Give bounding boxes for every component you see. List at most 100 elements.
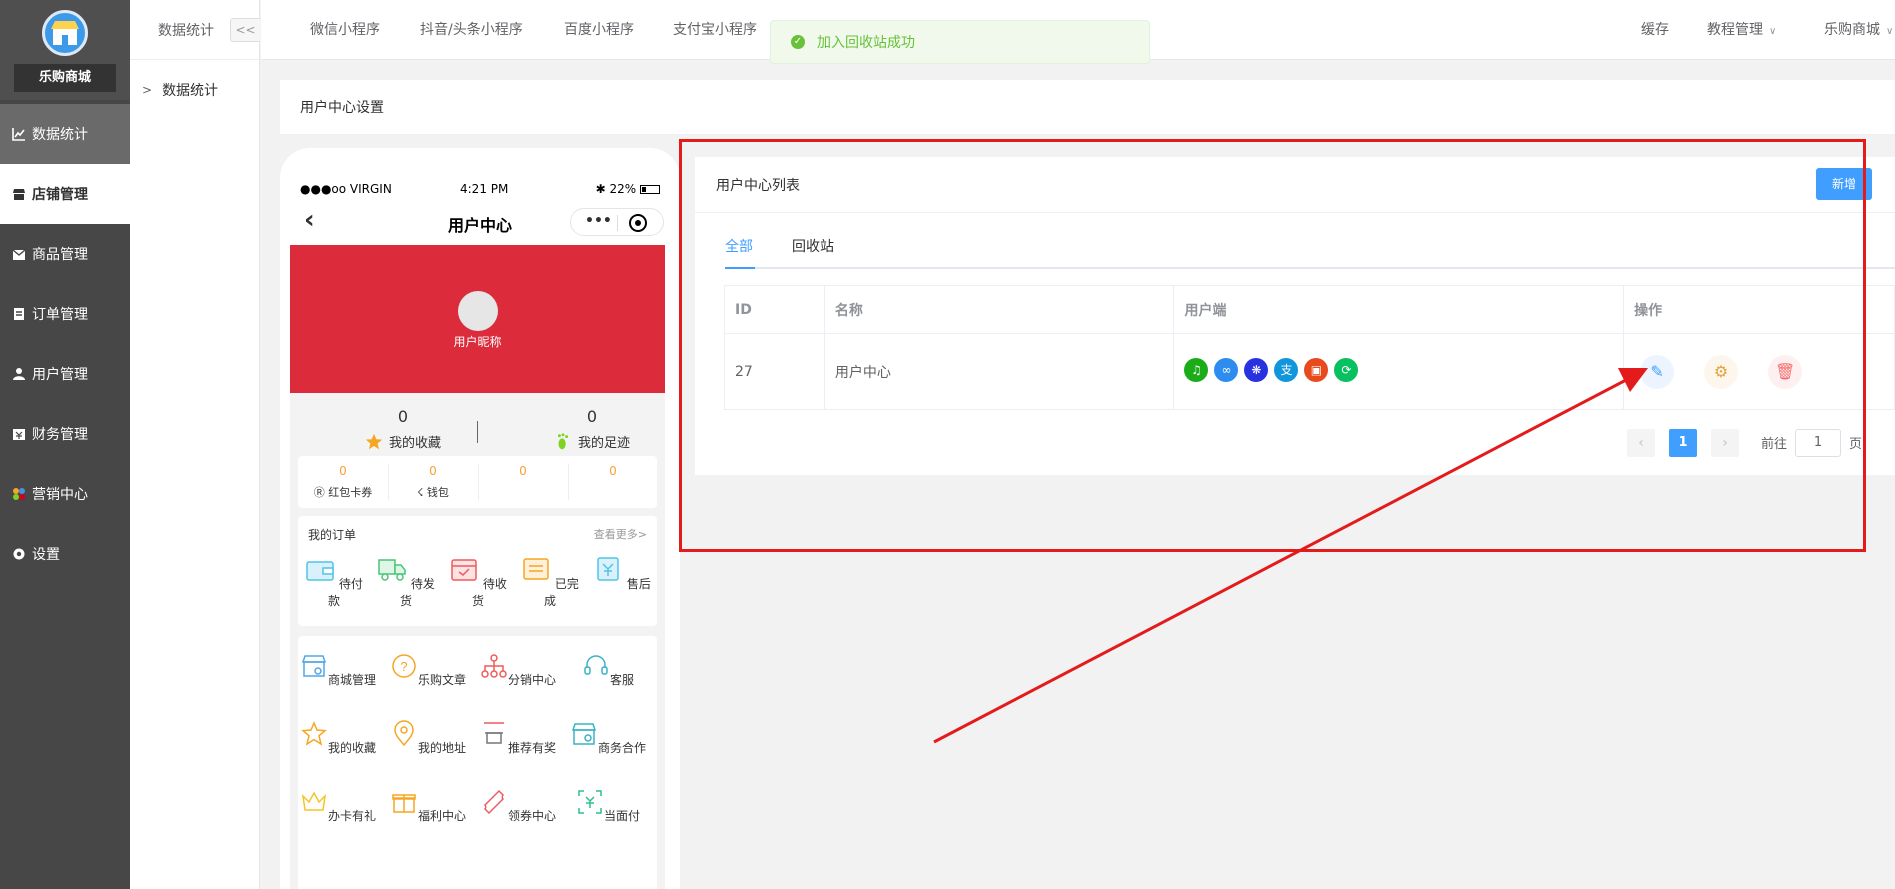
service-address[interactable]: 我的地址	[388, 720, 468, 756]
sub-nav-item-label: 数据统计	[162, 83, 219, 99]
wallet-value: 0	[339, 464, 347, 478]
collapse-button[interactable]: <<	[230, 18, 260, 42]
wallet-balance[interactable]: 0 ☇ 钱包	[388, 464, 478, 500]
sidebar-item-data-stats[interactable]: 数据统计	[0, 104, 130, 164]
order-pending-receipt[interactable]: 待收货	[448, 556, 508, 609]
service-welfare[interactable]: 福利中心	[388, 788, 468, 824]
service-label: 领券中心	[507, 809, 556, 823]
edit-button[interactable]: ✎	[1640, 354, 1675, 389]
service-articles[interactable]: ? 乐购文章	[388, 652, 468, 688]
tab-douyin[interactable]: 抖音/头条小程序	[420, 0, 523, 60]
wallet-coupons[interactable]: 0 Ⓡ 红包卡券	[298, 464, 388, 500]
battery-indicator: ✱ 22%	[596, 182, 660, 196]
svg-text:?: ?	[400, 659, 407, 674]
tab-baidu[interactable]: 百度小程序	[564, 0, 634, 60]
service-label: 分销中心	[507, 673, 556, 687]
brand-area: 乐购商城	[0, 0, 130, 100]
current-page[interactable]: 1	[1669, 429, 1697, 457]
column-header-id: ID	[724, 285, 825, 334]
service-referral[interactable]: 推荐有奖	[478, 720, 558, 756]
delete-button[interactable]: 🗑	[1768, 354, 1803, 389]
service-favorites[interactable]: 我的收藏	[298, 720, 378, 756]
add-button[interactable]: 新增	[1816, 168, 1872, 200]
active-tab-indicator	[725, 267, 755, 269]
service-business[interactable]: 商务合作	[568, 720, 648, 756]
gear-icon	[13, 548, 25, 560]
sidebar-item-label: 营销中心	[32, 487, 88, 503]
goto-page-input[interactable]: 1	[1795, 429, 1841, 457]
service-distribution[interactable]: 分销中心	[478, 652, 558, 688]
orders-more-link[interactable]: 查看更多>	[594, 526, 647, 542]
store-menu[interactable]: 乐购商城 ∨	[1824, 0, 1893, 60]
sub-navigation: 数据统计 << > 数据统计	[130, 0, 260, 889]
capsule-divider	[617, 215, 618, 231]
order-after-sales[interactable]: 售后	[592, 556, 652, 592]
service-membership[interactable]: 办卡有礼	[298, 788, 378, 824]
store-menu-label: 乐购商城	[1824, 22, 1880, 38]
sidebar-item-label: 设置	[32, 547, 60, 563]
wallet-label-row: Ⓡ 红包卡券	[298, 484, 388, 500]
ticket-icon	[483, 789, 505, 815]
service-label: 当面付	[603, 809, 640, 823]
wallet-label: 红包卡券	[328, 486, 373, 499]
sidebar-item-goods[interactable]: 商品管理	[0, 224, 130, 284]
cell-name: 用户中心	[823, 333, 1175, 410]
service-label: 办卡有礼	[327, 809, 376, 823]
prev-page-button[interactable]: ‹	[1627, 429, 1655, 457]
link-platform-icon: ∞	[1214, 357, 1239, 382]
wallet-slot-3[interactable]: 0	[478, 464, 568, 484]
sidebar: 乐购商城 数据统计 店铺管理 商品管理 订单管理 用户管理 财务管理 营销中心 …	[0, 0, 130, 889]
order-completed[interactable]: 已完成	[520, 556, 580, 609]
page-title: 用户中心设置	[280, 80, 1895, 134]
tab-all[interactable]: 全部	[725, 237, 753, 257]
tab-alipay[interactable]: 支付宝小程序	[673, 0, 757, 60]
sidebar-item-marketing[interactable]: 营销中心	[0, 464, 130, 524]
tab-wechat[interactable]: 微信小程序	[310, 0, 380, 60]
my-orders-card: 我的订单 查看更多> 待付款 待发货 待收货 已完成 售后	[298, 516, 657, 626]
hierarchy-icon	[481, 654, 507, 678]
user-icon	[13, 368, 25, 380]
user-center-list-panel: 用户中心列表 新增 全部 回收站 ID 名称 用户端 操作 27 用户中心 ♫	[695, 157, 1895, 475]
sidebar-item-finance[interactable]: 财务管理	[0, 404, 130, 464]
service-pay-in-person[interactable]: 当面付	[568, 788, 648, 824]
service-label: 商城管理	[327, 673, 376, 687]
gift-icon	[392, 794, 416, 813]
close-target-icon[interactable]	[629, 214, 647, 232]
sub-nav-item-data-stats[interactable]: > 数据统计	[142, 80, 218, 100]
order-pending-shipment[interactable]: 待发货	[376, 556, 436, 609]
table-row: 27 用户中心 ♫ ∞ ❋ 支 ▣ ⟳ ✎ ⚙ 🗑	[724, 333, 1895, 410]
next-page-button[interactable]: ›	[1711, 429, 1739, 457]
sidebar-item-users[interactable]: 用户管理	[0, 344, 130, 404]
trash-icon: 🗑	[1774, 362, 1796, 381]
store-logo-icon	[42, 10, 88, 56]
wallet-value: 0	[519, 464, 527, 478]
brand-name: 乐购商城	[14, 64, 116, 92]
stat-label-row: 我的收藏	[328, 432, 478, 451]
phone-nav-bar: ‹ 用户中心 •••	[290, 206, 670, 236]
stat-label: 我的足迹	[577, 436, 630, 451]
cache-link[interactable]: 缓存	[1641, 0, 1669, 60]
marketing-icon	[13, 488, 25, 500]
bluetooth-icon: ✱	[595, 182, 606, 196]
orders-title: 我的订单	[308, 528, 357, 542]
alipay-platform-icon: 支	[1274, 357, 1299, 382]
service-customer-service[interactable]: 客服	[568, 652, 648, 688]
truck-icon	[378, 559, 406, 581]
sidebar-item-store[interactable]: 店铺管理	[0, 164, 130, 224]
tutorial-menu[interactable]: 教程管理 ∨	[1707, 0, 1776, 60]
order-pending-payment[interactable]: 待付款	[304, 556, 364, 609]
sidebar-item-label: 用户管理	[32, 367, 88, 383]
service-label: 我的地址	[417, 741, 466, 755]
money-bag-icon: ☇	[417, 486, 424, 499]
more-dots-icon[interactable]: •••	[585, 213, 612, 229]
user-nickname: 用户昵称	[453, 335, 502, 349]
settings-button[interactable]: ⚙	[1704, 354, 1739, 389]
wallet-slot-4[interactable]: 0	[568, 464, 658, 484]
wallet-icon	[306, 561, 334, 581]
sidebar-item-settings[interactable]: 设置	[0, 524, 130, 584]
sidebar-item-orders[interactable]: 订单管理	[0, 284, 130, 344]
cell-id: 27	[724, 333, 825, 410]
service-mall-admin[interactable]: 商城管理	[298, 652, 378, 688]
service-coupons[interactable]: 领券中心	[478, 788, 558, 824]
tab-recycle-bin[interactable]: 回收站	[792, 237, 834, 257]
